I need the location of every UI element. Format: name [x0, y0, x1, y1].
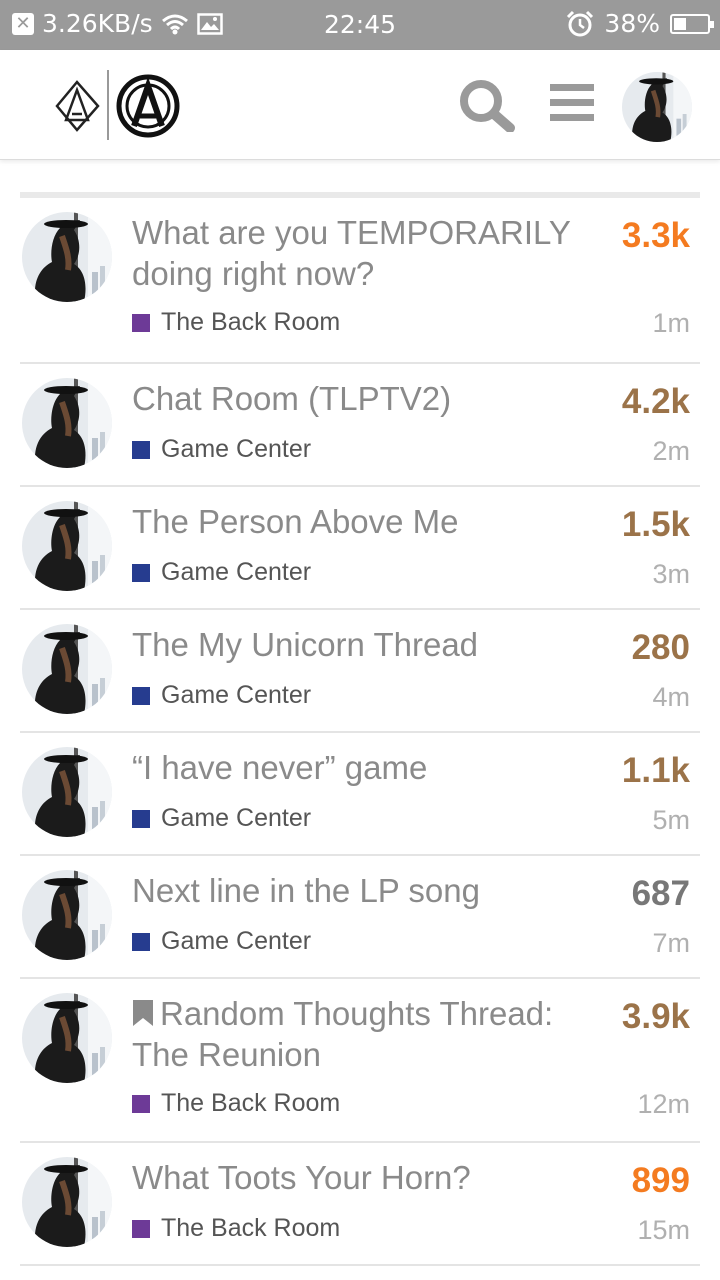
topic-poster-avatar[interactable] — [22, 378, 112, 468]
battery-fill — [674, 17, 687, 30]
avatar-image — [22, 378, 112, 468]
avatar-image — [22, 870, 112, 960]
topic-title-text[interactable]: The Person Above Me — [132, 503, 459, 540]
topic-category[interactable]: Game Center — [132, 681, 311, 710]
reply-count: 687 — [631, 874, 690, 913]
avatar-image — [22, 993, 112, 1083]
topic-poster-avatar[interactable] — [22, 212, 112, 302]
topic-poster-avatar[interactable] — [22, 747, 112, 837]
reply-count: 3.3k — [621, 216, 690, 255]
category-color-badge — [132, 1094, 150, 1113]
category-name[interactable]: Game Center — [161, 804, 311, 833]
topic-title[interactable]: Next line in the LP song — [132, 870, 582, 911]
search-icon[interactable] — [458, 78, 516, 132]
topic-category[interactable]: The Back Room — [132, 1214, 340, 1243]
topic-poster-avatar[interactable] — [22, 870, 112, 960]
last-activity-age: 5m — [652, 805, 690, 835]
topic-poster-avatar[interactable] — [22, 993, 112, 1083]
topic-row[interactable]: The My Unicorn Thread Game Center 280 4m — [20, 610, 700, 733]
last-activity-age: 12m — [637, 1089, 690, 1119]
reply-count: 899 — [631, 1161, 690, 1200]
topic-title[interactable]: “I have never” game — [132, 747, 582, 788]
category-color-badge — [132, 686, 150, 705]
topic-title[interactable]: The Person Above Me — [132, 501, 582, 542]
avatar-image — [22, 624, 112, 714]
category-name[interactable]: Game Center — [161, 558, 311, 587]
reply-count: 1.1k — [621, 751, 690, 790]
avatar-image — [622, 72, 692, 142]
topic-row[interactable]: What are you TEMPORARILY doing right now… — [20, 198, 700, 364]
topic-row[interactable]: “I have never” game Game Center 1.1k 5m — [20, 733, 700, 856]
category-name[interactable]: The Back Room — [161, 308, 340, 337]
status-bar-right: 38% — [566, 9, 714, 38]
alarm-icon — [567, 10, 594, 36]
topic-row[interactable]: Random Thoughts Thread: The Reunion The B… — [20, 979, 700, 1143]
avatar-image — [22, 1157, 112, 1247]
linkin-park-logo[interactable] — [52, 70, 182, 142]
avatar-image — [22, 212, 112, 302]
category-color-badge — [132, 1219, 150, 1238]
battery-percent: 38% — [604, 9, 660, 38]
topic-category[interactable]: Game Center — [132, 558, 311, 587]
topic-row[interactable]: Next line in the LP song Game Center 687 7m — [20, 856, 700, 979]
category-name[interactable]: Game Center — [161, 435, 311, 464]
last-activity-age: 7m — [652, 928, 690, 958]
topic-title[interactable]: Random Thoughts Thread: The Reunion — [132, 993, 582, 1075]
topic-title[interactable]: Chat Room (TLPTV2) — [132, 378, 582, 419]
category-name[interactable]: Game Center — [161, 681, 311, 710]
user-avatar[interactable] — [622, 72, 692, 142]
last-activity-age: 2m — [652, 436, 690, 466]
category-color-badge — [132, 313, 150, 332]
category-name[interactable]: The Back Room — [161, 1214, 340, 1243]
topic-category[interactable]: The Back Room — [132, 308, 340, 337]
topic-row[interactable]: Chat Room (TLPTV2) Game Center 4.2k 2m — [20, 364, 700, 487]
topic-row[interactable]: What Toots Your Horn? The Back Room 899 15m — [20, 1143, 700, 1266]
topic-title-text[interactable]: Next line in the LP song — [132, 872, 480, 909]
category-color-badge — [132, 932, 150, 951]
topic-title-text[interactable]: “I have never” game — [132, 749, 427, 786]
category-color-badge — [132, 809, 150, 828]
reply-count: 1.5k — [621, 505, 690, 544]
topic-poster-avatar[interactable] — [22, 1157, 112, 1247]
reply-count: 3.9k — [621, 997, 690, 1036]
bookmark-icon — [133, 1000, 153, 1026]
topic-category[interactable]: Game Center — [132, 435, 311, 464]
category-color-badge — [132, 563, 150, 582]
topic-row[interactable]: The Person Above Me Game Center 1.5k 3m — [20, 487, 700, 610]
category-color-badge — [132, 440, 150, 459]
category-name[interactable]: Game Center — [161, 927, 311, 956]
reply-count: 280 — [631, 628, 690, 667]
status-bar: ✕ 3.26KB/s 22:45 38% — [0, 0, 720, 50]
avatar-image — [22, 747, 112, 837]
topic-title[interactable]: What are you TEMPORARILY doing right now… — [132, 212, 582, 294]
topic-title-text[interactable]: What are you TEMPORARILY doing right now… — [132, 214, 570, 292]
topic-category[interactable]: Game Center — [132, 927, 311, 956]
topic-title-text[interactable]: The My Unicorn Thread — [132, 626, 478, 663]
last-activity-age: 1m — [652, 308, 690, 338]
topic-title-text[interactable]: Random Thoughts Thread: The Reunion — [132, 995, 553, 1073]
avatar-image — [22, 501, 112, 591]
topic-title[interactable]: What Toots Your Horn? — [132, 1157, 582, 1198]
topic-title[interactable]: The My Unicorn Thread — [132, 624, 582, 665]
last-activity-age: 3m — [652, 559, 690, 589]
hamburger-menu-icon[interactable] — [548, 78, 596, 126]
app-header — [0, 50, 720, 160]
topic-list: What are you TEMPORARILY doing right now… — [20, 192, 700, 1266]
last-activity-age: 4m — [652, 682, 690, 712]
last-activity-age: 15m — [637, 1215, 690, 1245]
reply-count: 4.2k — [621, 382, 690, 421]
topic-category[interactable]: The Back Room — [132, 1089, 340, 1118]
topic-category[interactable]: Game Center — [132, 804, 311, 833]
topic-title-text[interactable]: What Toots Your Horn? — [132, 1159, 471, 1196]
topic-title-text[interactable]: Chat Room (TLPTV2) — [132, 380, 451, 417]
topic-poster-avatar[interactable] — [22, 501, 112, 591]
category-name[interactable]: The Back Room — [161, 1089, 340, 1118]
battery-icon — [670, 13, 714, 34]
topic-poster-avatar[interactable] — [22, 624, 112, 714]
